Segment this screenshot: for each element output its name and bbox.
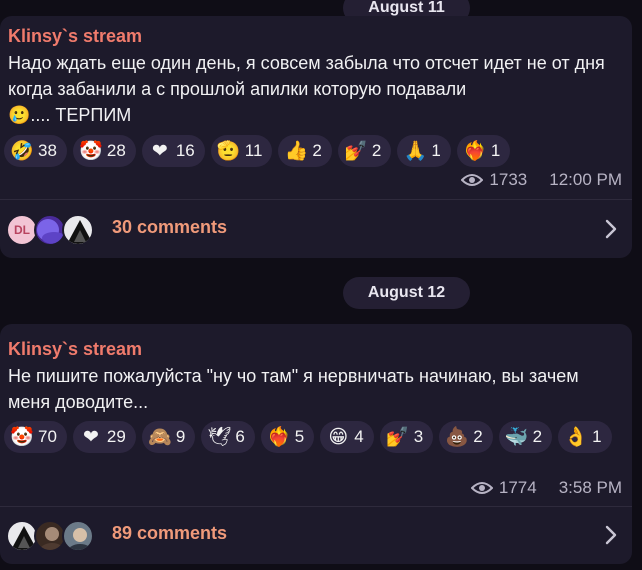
- commenter-avatars: DL: [6, 214, 102, 246]
- comments-count-label: 30 comments: [112, 217, 228, 237]
- reaction-count: 28: [106, 141, 126, 160]
- reaction-pill[interactable]: ❤‍🔥 1: [456, 135, 511, 167]
- reactions-bar: 🤣 38 🤡 28 ❤ 16 🫡 11 👍 2 💅 2 🙏 1 ❤‍🔥 1: [4, 135, 624, 167]
- post-author[interactable]: Klinsy`s stream: [8, 26, 142, 47]
- reaction-count: 1: [592, 427, 602, 446]
- nail-polish-icon: 💅: [344, 140, 368, 162]
- reaction-pill[interactable]: 🤣 38: [4, 135, 67, 167]
- reaction-pill[interactable]: 😁 4: [320, 421, 374, 453]
- crying-smile-icon: 🥲: [8, 105, 31, 126]
- see-no-evil-monkey-icon: 🙈: [148, 426, 172, 448]
- reaction-pill[interactable]: 🕊 6: [201, 421, 255, 453]
- reaction-pill[interactable]: 🙏 1: [397, 135, 451, 167]
- pointing-hand-icon: 🫡: [216, 140, 241, 162]
- post-meta: 1733 12:00 PM: [461, 170, 622, 190]
- chevron-right-icon: [605, 525, 617, 545]
- reaction-count: 70: [38, 427, 57, 446]
- reaction-count: 1: [490, 141, 501, 160]
- pray-icon: 🙏: [403, 140, 428, 162]
- reaction-count: 5: [294, 427, 305, 446]
- post-time: 12:00 PM: [549, 170, 622, 189]
- reaction-count: 2: [312, 141, 322, 160]
- commenter-avatars: [6, 520, 102, 552]
- channel-post: Klinsy`s stream Надо ждать еще один день…: [0, 16, 632, 258]
- post-meta: 1774 3:58 PM: [470, 478, 622, 498]
- view-count: 1733: [489, 170, 528, 189]
- reaction-pill[interactable]: ❤ 16: [141, 135, 205, 167]
- ok-hand-icon: 👌: [564, 426, 588, 448]
- heart-icon: ❤: [82, 426, 99, 448]
- dove-icon: 🕊: [207, 426, 232, 448]
- reaction-count: 1: [431, 141, 441, 160]
- reaction-count: 6: [235, 427, 245, 446]
- reaction-count: 29: [106, 427, 126, 446]
- reaction-pill[interactable]: 💅 3: [379, 421, 434, 453]
- heart-on-fire-icon: ❤‍🔥: [462, 140, 487, 162]
- reaction-count: 2: [371, 141, 382, 160]
- reaction-pill[interactable]: ❤ 29: [72, 421, 136, 453]
- reaction-pill[interactable]: 🤡 28: [72, 135, 136, 167]
- post-message-text: Не пишите пожалуйста "ну чо там" я нервн…: [8, 366, 579, 412]
- heart-on-fire-icon: ❤‍🔥: [266, 426, 291, 448]
- reaction-pill[interactable]: ❤‍🔥 5: [260, 421, 315, 453]
- whale-icon: 🐳: [504, 426, 529, 448]
- avatar: [62, 520, 94, 552]
- post-message: Не пишите пожалуйста "ну чо там" я нервн…: [8, 363, 620, 415]
- post-time: 3:58 PM: [558, 478, 622, 497]
- channel-post: Klinsy`s stream Не пишите пожалуйста "ну…: [0, 324, 632, 564]
- comments-button[interactable]: 89 comments: [0, 506, 632, 564]
- heart-icon: ❤: [151, 140, 168, 162]
- date-separator: August 12: [343, 277, 470, 309]
- eye-icon: [461, 174, 484, 186]
- post-message: Надо ждать еще один день, я совсем забыл…: [8, 50, 620, 129]
- reaction-pill[interactable]: 👍 2: [278, 135, 332, 167]
- reaction-pill[interactable]: 🤡 70: [4, 421, 67, 453]
- post-message-tail: .... ТЕРПИМ: [30, 105, 132, 125]
- reaction-count: 11: [244, 141, 263, 160]
- reaction-pill[interactable]: 💩 2: [439, 421, 493, 453]
- reaction-pill[interactable]: 🙈 9: [141, 421, 196, 453]
- view-count: 1774: [498, 478, 537, 497]
- clown-icon: 🤡: [10, 426, 34, 448]
- chevron-right-icon: [605, 219, 617, 239]
- reaction-count: 2: [532, 427, 543, 446]
- clown-icon: 🤡: [79, 140, 103, 162]
- grin-icon: 😁: [328, 426, 349, 448]
- comments-button[interactable]: DL 30 comments: [0, 200, 632, 258]
- reaction-pill[interactable]: 🐳 2: [498, 421, 553, 453]
- post-message-text: Надо ждать еще один день, я совсем забыл…: [8, 53, 605, 99]
- reaction-pill[interactable]: 👌 1: [558, 421, 612, 453]
- reaction-count: 4: [354, 427, 364, 446]
- eye-icon: [470, 482, 493, 494]
- reaction-count: 9: [175, 427, 186, 446]
- reaction-count: 3: [413, 427, 424, 446]
- post-author[interactable]: Klinsy`s stream: [8, 339, 142, 360]
- reaction-pill[interactable]: 🫡 11: [210, 135, 273, 167]
- reaction-count: 2: [473, 427, 483, 446]
- reactions-bar: 🤡 70 ❤ 29 🙈 9 🕊 6 ❤‍🔥 5 😁 4 💅 3 💩 2 🐳 2 👌 1: [4, 421, 624, 453]
- reaction-count: 38: [38, 141, 57, 160]
- nail-polish-icon: 💅: [385, 426, 410, 448]
- avatar: [62, 214, 94, 246]
- thumbs-up-icon: 👍: [284, 140, 309, 162]
- reaction-pill[interactable]: 💅 2: [337, 135, 392, 167]
- rofl-icon: 🤣: [10, 140, 34, 162]
- poop-icon: 💩: [445, 426, 470, 448]
- reaction-count: 16: [175, 141, 195, 160]
- comments-count-label: 89 comments: [112, 523, 228, 543]
